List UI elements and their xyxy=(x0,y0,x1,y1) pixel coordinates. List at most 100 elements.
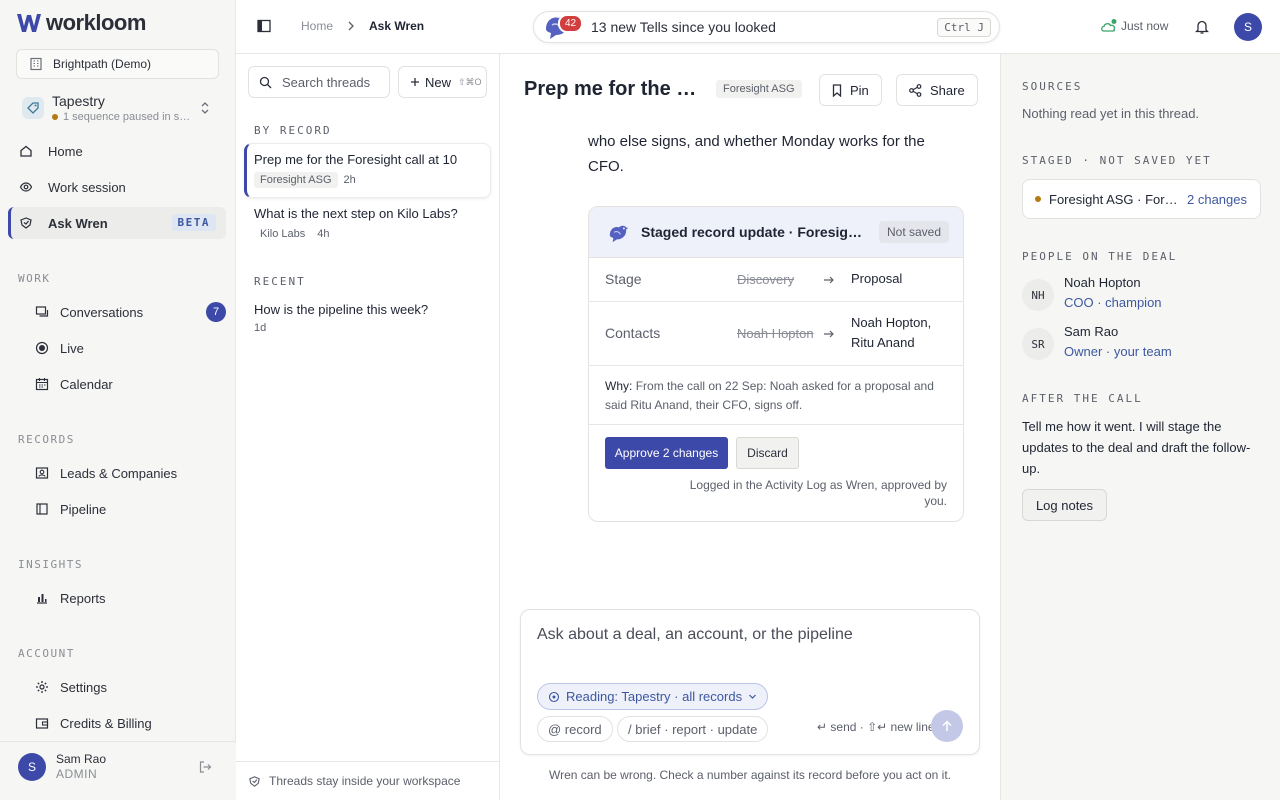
after-call-text: Tell me how it went. I will stage the up… xyxy=(1022,419,1251,476)
tells-count-badge: 42 xyxy=(558,14,584,33)
new-thread-shortcut: ⇧⌘O xyxy=(458,76,482,87)
thread-item[interactable]: Prep me for the Foresight call at 10 For… xyxy=(244,143,491,198)
mention-record-pill[interactable]: @ record xyxy=(537,716,613,742)
pin-button[interactable]: Pin xyxy=(819,74,882,106)
search-input[interactable] xyxy=(282,74,387,90)
approve-button[interactable]: Approve 2 changes xyxy=(605,437,728,469)
new-thread-label: New xyxy=(425,74,452,90)
why-text: From the call on 22 Sep: Noah asked for … xyxy=(605,379,934,412)
nav-calendar[interactable]: Calendar xyxy=(8,368,226,400)
breadcrumb-home[interactable]: Home xyxy=(301,19,333,33)
nav-conversations-label: Conversations xyxy=(60,304,144,320)
field-label: Stage xyxy=(605,271,642,287)
thread-search[interactable] xyxy=(248,66,390,98)
person-item[interactable]: NH Noah Hopton COO · champion xyxy=(1022,275,1261,315)
section-records: RECORDS xyxy=(18,433,75,446)
app-logo[interactable]: workloom xyxy=(16,10,146,36)
nav-calendar-label: Calendar xyxy=(60,376,113,392)
share-label: Share xyxy=(930,82,965,98)
nav-ask-wren[interactable]: Ask Wren BETA xyxy=(8,207,226,239)
cloud-icon xyxy=(1101,19,1117,32)
chat-input[interactable] xyxy=(537,626,957,652)
sources-text: Nothing read yet in this thread. xyxy=(1022,106,1200,121)
avatar[interactable]: S xyxy=(18,753,46,781)
chevron-updown-icon xyxy=(201,102,209,114)
contacts-icon xyxy=(34,465,50,481)
building-icon xyxy=(30,57,42,71)
chat-main: The risk: the CFO has not been in a call… xyxy=(500,54,1000,800)
disclaimer: Wren can be wrong. Check a number agains… xyxy=(549,768,951,782)
nav-conversations[interactable]: Conversations 7 xyxy=(8,296,226,328)
threads-footer-text: Threads stay inside your workspace xyxy=(269,774,461,788)
new-thread-button[interactable]: New ⇧⌘O xyxy=(398,66,487,98)
user-role: ADMIN xyxy=(56,767,98,781)
why-label: Why: xyxy=(605,379,633,393)
record-chip[interactable]: Foresight ASG xyxy=(716,80,802,98)
nav-leads-label: Leads & Companies xyxy=(60,465,178,481)
logout-icon[interactable] xyxy=(198,760,212,774)
workspace-switcher[interactable]: Brightpath (Demo) xyxy=(16,49,219,79)
sources-title: SOURCES xyxy=(1022,80,1083,93)
logo-w-icon xyxy=(17,14,41,32)
commands-pill[interactable]: / brief · report · update xyxy=(617,716,769,742)
bookmark-icon xyxy=(832,83,842,97)
page-title: Prep me for the Foresight call at 10 xyxy=(524,78,706,100)
top-bar: Home Ask Wren 42 13 new Tells since you … xyxy=(236,0,1280,54)
activity-log-note: Logged in the Activity Log as Wren, appr… xyxy=(689,478,947,508)
person-name: Noah Hopton xyxy=(1064,275,1141,290)
nav-reports[interactable]: Reports xyxy=(8,582,226,614)
new-value: Noah Hopton, Ritu Anand xyxy=(851,315,932,350)
user-name: Sam Rao xyxy=(56,752,107,766)
top-avatar[interactable]: S xyxy=(1234,13,1262,41)
breadcrumb-current: Ask Wren xyxy=(369,19,425,33)
log-notes-button[interactable]: Log notes xyxy=(1022,489,1107,521)
tells-notification[interactable]: 42 13 new Tells since you looked Ctrl J xyxy=(533,11,1000,43)
status-badge: Not saved xyxy=(879,221,950,243)
thread-time: 4h xyxy=(317,228,330,240)
share-button[interactable]: Share xyxy=(896,74,978,106)
sidebar-toggle-icon[interactable] xyxy=(257,19,271,33)
thread-tag: Foresight ASG xyxy=(254,172,338,188)
pin-label: Pin xyxy=(850,82,869,98)
target-icon xyxy=(548,691,560,702)
chevron-right-icon xyxy=(348,21,354,31)
send-button[interactable] xyxy=(931,710,963,742)
nav-work-session[interactable]: Work session xyxy=(8,171,226,203)
keyboard-hint: ↵ send · ⇧↵ new line xyxy=(817,720,935,734)
reading-scope[interactable]: Reading: Tapestry · all records xyxy=(537,683,769,710)
thread-item[interactable]: How is the pipeline this week? 1d xyxy=(244,294,491,344)
nav-settings-label: Settings xyxy=(60,679,107,695)
nav-leads-companies[interactable]: Leads & Companies xyxy=(8,457,226,489)
staged-name: Foresight ASG · Foresight xyxy=(1049,191,1179,207)
people-title: PEOPLE ON THE DEAL xyxy=(1022,250,1178,263)
thread-time: 2h xyxy=(343,174,356,186)
gear-icon xyxy=(34,679,50,695)
nav-pipeline[interactable]: Pipeline xyxy=(8,493,226,525)
tenant-switcher[interactable]: Tapestry 1 sequence paused in sequences xyxy=(16,88,219,128)
staged-dot xyxy=(1035,196,1041,202)
staged-title: STAGED · NOT SAVED YET xyxy=(1022,154,1212,167)
change-row-contacts: Contacts Noah Hopton Noah Hopton, Ritu A… xyxy=(589,302,963,366)
bell-icon[interactable] xyxy=(1195,19,1209,35)
nav-billing-label: Credits & Billing xyxy=(60,715,152,731)
staged-changes[interactable]: 2 changes xyxy=(1187,192,1247,207)
nav-credits-billing[interactable]: Credits & Billing xyxy=(8,707,226,739)
staged-item[interactable]: Foresight ASG · Foresight 2 changes xyxy=(1022,179,1261,219)
tenant-name: Tapestry xyxy=(52,93,105,109)
sync-status: Just now xyxy=(1100,18,1168,34)
user-bar: S Sam Rao ADMIN xyxy=(0,741,236,800)
nav-home[interactable]: Home xyxy=(8,135,226,167)
nav-settings[interactable]: Settings xyxy=(8,671,226,703)
change-reason: Why: From the call on 22 Sep: Noah asked… xyxy=(589,366,963,425)
staged-update-card: Staged record update · Foresight ASG Not… xyxy=(588,206,964,522)
person-item[interactable]: SR Sam Rao Owner · your team xyxy=(1022,324,1261,364)
nav-work-session-label: Work session xyxy=(48,179,126,195)
discard-button[interactable]: Discard xyxy=(736,437,799,469)
paused-dot xyxy=(52,114,58,120)
nav-live[interactable]: Live xyxy=(8,332,226,364)
field-label: Contacts xyxy=(605,325,661,341)
thread-item[interactable]: What is the next step on Kilo Labs? Kilo… xyxy=(244,198,491,253)
section-recent: RECENT xyxy=(254,275,306,288)
new-value: Proposal xyxy=(851,271,903,286)
reading-scope-label: Reading: Tapestry · all records xyxy=(566,689,743,704)
